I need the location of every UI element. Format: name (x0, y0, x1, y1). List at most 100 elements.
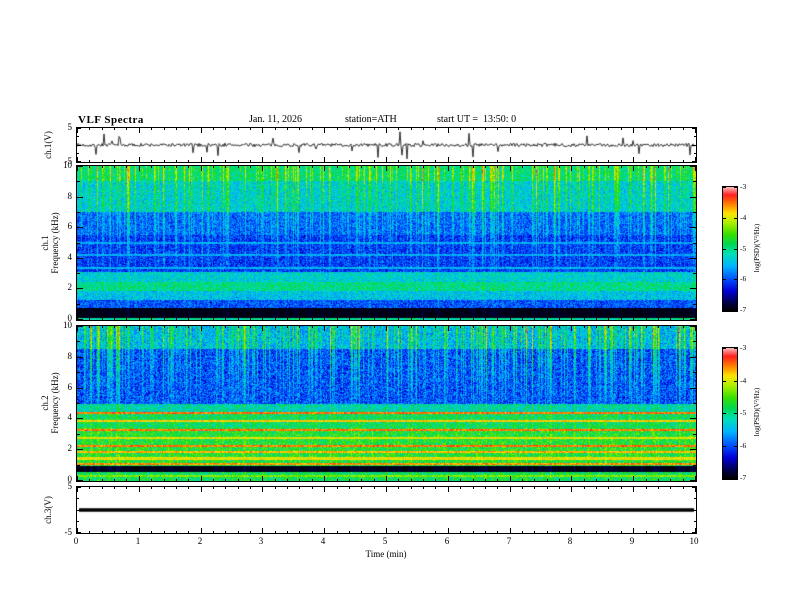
tick-mark (324, 476, 325, 481)
tick-mark (497, 531, 498, 533)
tick-mark (287, 318, 288, 320)
ch2-label-text: ch.2 (40, 395, 50, 411)
tick-mark (633, 166, 634, 171)
tick-mark (225, 318, 226, 320)
tick-mark (139, 326, 140, 331)
tick-mark (596, 128, 597, 130)
tick-mark (693, 341, 696, 342)
tick-mark (571, 326, 572, 331)
tick-mark (694, 153, 696, 154)
tick-mark (275, 531, 276, 533)
tick-mark (658, 166, 659, 168)
time-tick-label: 3 (258, 536, 264, 546)
tick-mark (633, 315, 634, 320)
tick-mark (670, 479, 671, 481)
tick-mark (723, 310, 726, 311)
tick-mark (398, 479, 399, 481)
tick-mark (435, 318, 436, 320)
tick-mark (386, 487, 387, 492)
tick-mark (126, 318, 127, 320)
tick-mark (460, 487, 461, 489)
tick-mark (77, 258, 83, 259)
tick-mark (151, 160, 152, 162)
tick-mark (188, 479, 189, 481)
tick-mark (287, 166, 288, 168)
tick-mark (374, 326, 375, 328)
tick-mark (299, 318, 300, 320)
tick-mark (485, 160, 486, 162)
tick-mark (201, 326, 202, 331)
tick-mark (77, 487, 81, 488)
tick-mark (621, 487, 622, 489)
tick-mark (448, 315, 449, 320)
tick-mark (608, 326, 609, 328)
tick-mark (176, 531, 177, 533)
tick-mark (77, 510, 81, 511)
colorbar-tick-label: -3 (740, 343, 747, 352)
tick-mark (658, 487, 659, 489)
tick-mark (275, 479, 276, 481)
tick-mark (312, 128, 313, 130)
tick-mark (658, 160, 659, 162)
tick-mark (164, 160, 165, 162)
tick-mark (299, 128, 300, 130)
tick-mark (89, 326, 90, 328)
tick-mark (690, 197, 696, 198)
tick-mark (423, 160, 424, 162)
ch3-voltage-axis-text: ch.3(V) (43, 496, 53, 524)
tick-mark (547, 128, 548, 130)
tick-mark (77, 326, 83, 327)
tick-mark (188, 487, 189, 489)
tick-mark (734, 218, 737, 219)
tick-mark (734, 310, 737, 311)
tick-mark (287, 479, 288, 481)
tick-mark (693, 181, 696, 182)
time-tick-label: 7 (506, 536, 512, 546)
tick-mark (734, 187, 737, 188)
tick-mark (238, 531, 239, 533)
time-tick-label: 10 (689, 536, 699, 546)
tick-mark (734, 279, 737, 280)
tick-mark (374, 531, 375, 533)
tick-mark (250, 160, 251, 162)
tick-mark (723, 348, 726, 349)
tick-mark (275, 318, 276, 320)
tick-mark (139, 166, 140, 171)
freq-tick-label: 6 (67, 382, 73, 392)
tick-mark (114, 487, 115, 489)
tick-mark (238, 160, 239, 162)
colorbar-tick-label: -4 (740, 376, 747, 385)
time-tick-label: 2 (197, 536, 203, 546)
tick-mark (534, 318, 535, 320)
tick-mark (201, 166, 202, 171)
tick-mark (386, 166, 387, 171)
tick-mark (262, 487, 263, 492)
tick-mark (201, 128, 202, 133)
tick-mark (693, 372, 696, 373)
tick-mark (485, 318, 486, 320)
tick-mark (374, 166, 375, 168)
tick-mark (658, 128, 659, 130)
tick-mark (646, 318, 647, 320)
tick-mark (692, 128, 696, 129)
colorbar-tick-label: -7 (740, 305, 747, 314)
tick-mark (723, 478, 726, 479)
tick-mark (690, 166, 696, 167)
tick-mark (608, 166, 609, 168)
tick-mark (473, 160, 474, 162)
tick-mark (126, 531, 127, 533)
colorbar-tick-label: -4 (740, 213, 747, 222)
tick-mark (77, 449, 83, 450)
tick-mark (690, 449, 696, 450)
tick-mark (534, 166, 535, 168)
tick-mark (473, 326, 474, 328)
tick-mark (77, 197, 83, 198)
ch1-spectrogram-canvas (77, 166, 696, 320)
tick-mark (102, 326, 103, 328)
tick-mark (188, 160, 189, 162)
tick-mark (411, 166, 412, 168)
tick-mark (723, 279, 726, 280)
tick-mark (102, 479, 103, 481)
tick-mark (275, 326, 276, 328)
tick-mark (646, 487, 647, 489)
